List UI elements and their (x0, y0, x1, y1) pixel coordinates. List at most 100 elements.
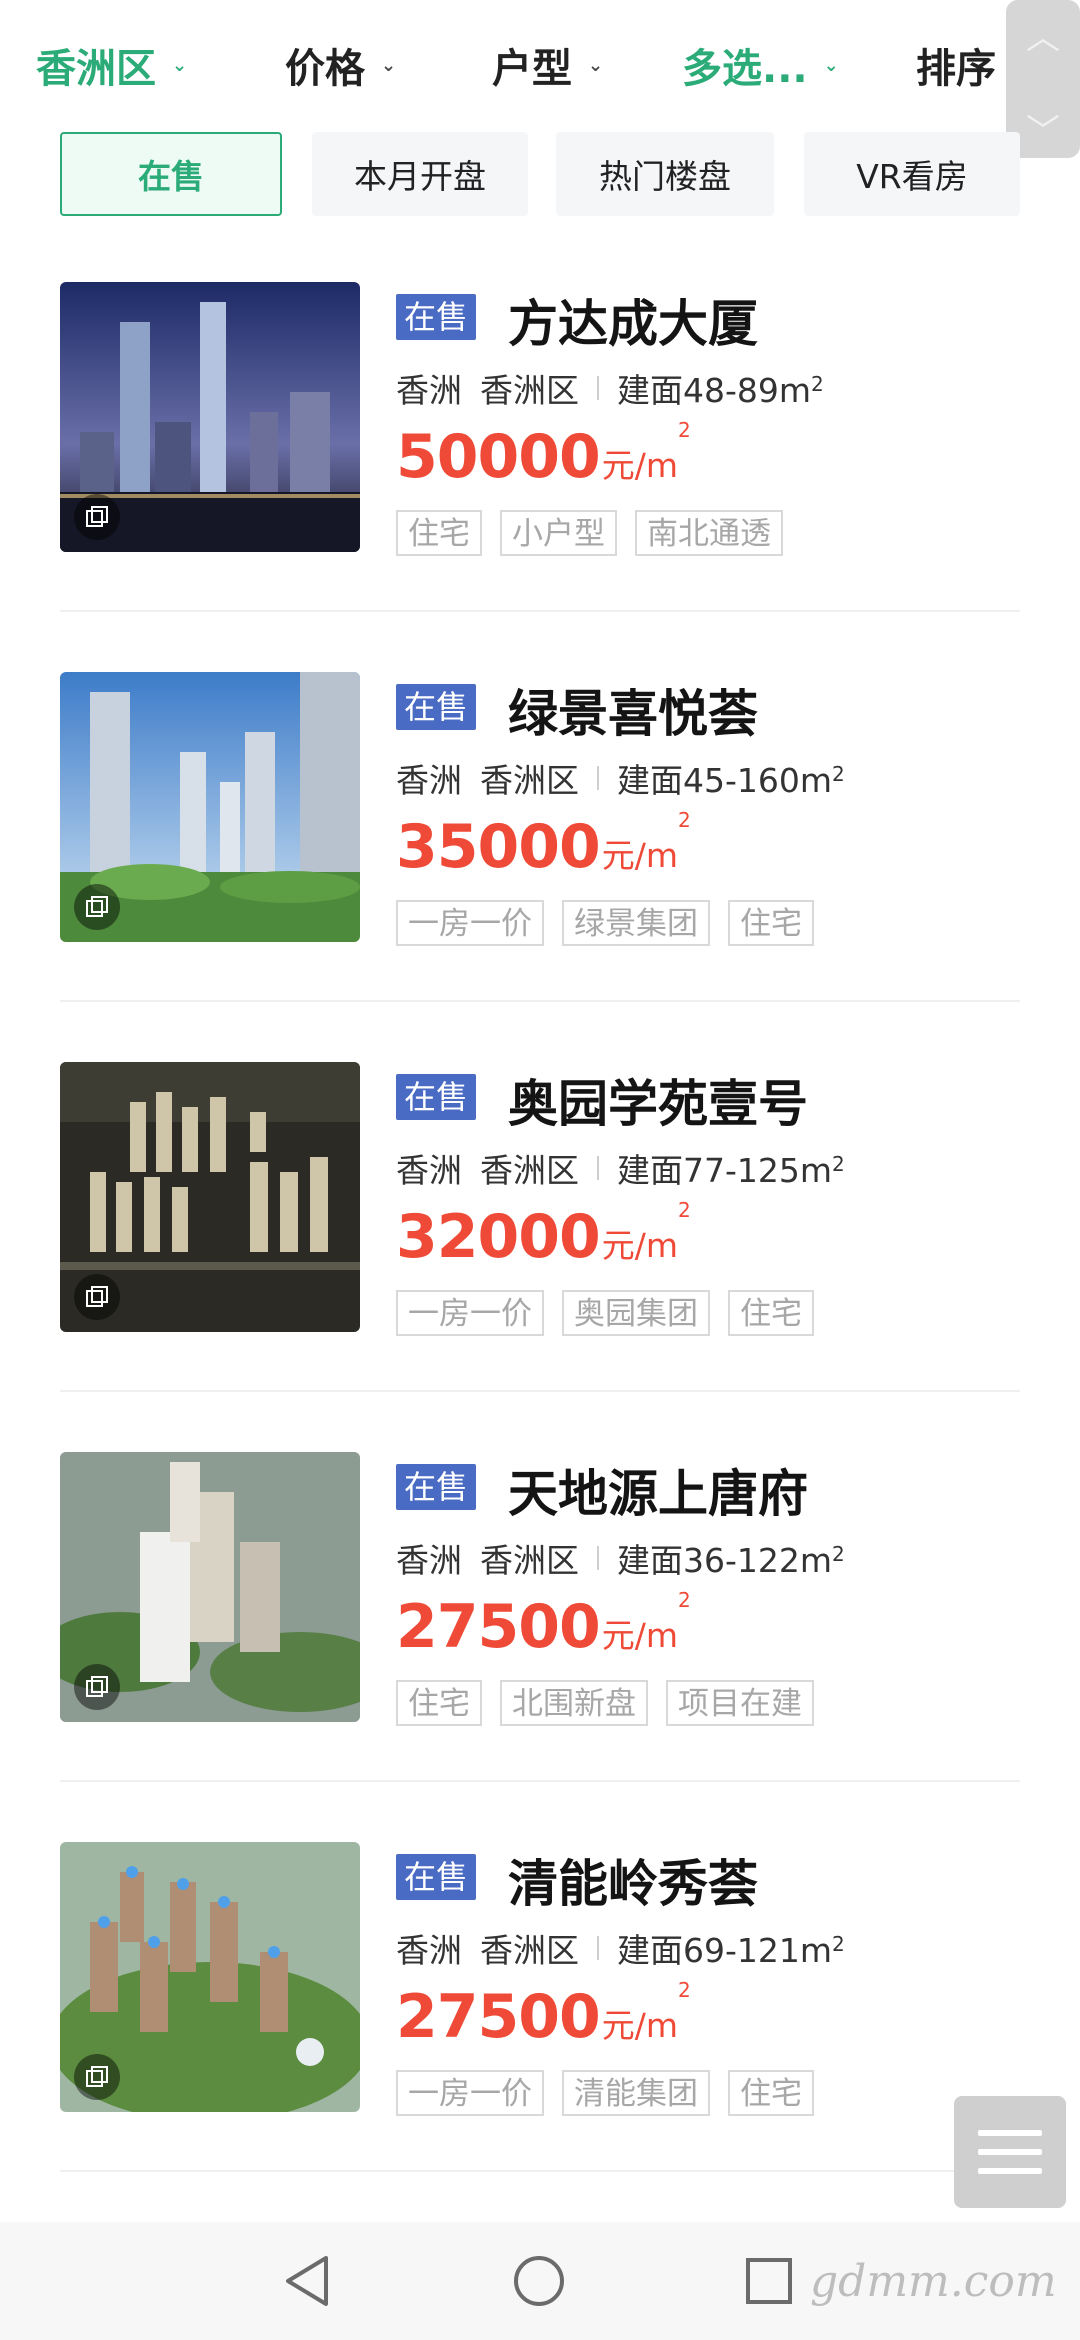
list-item[interactable]: 在售 奥园学苑壹号 香洲 香洲区 建面77-125m 2 32000元/m2 一房… (0, 1062, 1080, 1452)
city-label: 香洲 (396, 761, 462, 800)
property-photo[interactable] (60, 1452, 360, 1722)
property-photo[interactable] (60, 1842, 360, 2112)
property-name[interactable]: 奥园学苑壹号 (508, 1064, 808, 1136)
chevron-down-icon: ⌄ (172, 54, 188, 76)
price-unit: 元/m (601, 1616, 679, 1655)
price-filter-label: 价格 (285, 46, 365, 92)
area-range: 建面36-122m (617, 1541, 833, 1580)
property-location: 香洲 香洲区 建面69-121m 2 (396, 1924, 845, 1972)
vr-icon (74, 1664, 120, 1710)
property-location: 香洲 香洲区 建面45-160m 2 (396, 754, 845, 802)
divider (60, 1780, 1020, 1782)
scroll-up-icon[interactable]: ︿ (1006, 10, 1080, 59)
area-range: 建面77-125m (617, 1151, 833, 1190)
city-label: 香洲 (396, 371, 462, 410)
price-value: 27500 (396, 1982, 601, 2052)
area-range: 建面48-89m (617, 371, 812, 410)
property-price: 27500元/m 2 (396, 1588, 691, 1662)
menu-icon (978, 2130, 1042, 2136)
tag: 住宅 (728, 2070, 814, 2116)
property-price: 35000元/m 2 (396, 808, 691, 882)
property-tags: 一房一价 奥园集团 住宅 (396, 1290, 832, 1336)
city-label: 香洲 (396, 1931, 462, 1970)
price-unit-sup: 2 (678, 1588, 691, 1612)
property-price: 50000元/m 2 (396, 418, 691, 492)
tag: 绿景集团 (562, 900, 710, 946)
list-item[interactable]: 在售 清能岭秀荟 香洲 香洲区 建面69-121m 2 27500元/m2 一房一… (0, 1842, 1080, 2232)
divider (60, 1390, 1020, 1392)
tag: 北围新盘 (500, 1680, 648, 1726)
home-icon[interactable] (512, 2254, 566, 2308)
status-badge: 在售 (396, 1074, 477, 1120)
tag: 住宅 (396, 1680, 482, 1726)
area-sup: 2 (811, 372, 824, 396)
city-label: 香洲 (396, 1151, 462, 1190)
tab-opening-this-month[interactable]: 本月开盘 (312, 132, 528, 216)
vr-icon (74, 884, 120, 930)
list-item[interactable]: 在售 方达成大厦 香洲 香洲区 建面48-89m 2 50000元/m2 住宅 小… (0, 282, 1080, 672)
property-photo[interactable] (60, 1062, 360, 1332)
list-item[interactable]: 在售 绿景喜悦荟 香洲 香洲区 建面45-160m 2 35000元/m2 一房一… (0, 672, 1080, 1062)
property-tags: 住宅 北围新盘 项目在建 (396, 1680, 832, 1726)
district-filter-label: 香洲区 (36, 46, 156, 92)
property-price: 27500元/m 2 (396, 1978, 691, 2052)
property-name[interactable]: 天地源上唐府 (508, 1454, 808, 1526)
floating-menu-button[interactable] (954, 2096, 1066, 2208)
property-photo[interactable] (60, 672, 360, 942)
layout-filter[interactable]: 户型 ⌄ (492, 35, 603, 95)
property-name[interactable]: 绿景喜悦荟 (508, 674, 758, 746)
property-price: 32000元/m 2 (396, 1198, 691, 1272)
chevron-down-icon: ⌄ (823, 54, 839, 76)
tab-hot-properties[interactable]: 热门楼盘 (556, 132, 774, 216)
sort-filter-label: 排序 (916, 46, 996, 92)
area-sup: 2 (832, 762, 845, 786)
tag: 清能集团 (562, 2070, 710, 2116)
divider (60, 610, 1020, 612)
district-filter[interactable]: 香洲区 ⌄ (36, 35, 187, 95)
district-label: 香洲区 (480, 1151, 579, 1190)
price-unit-sup: 2 (678, 1198, 691, 1222)
property-location: 香洲 香洲区 建面36-122m 2 (396, 1534, 845, 1582)
price-unit: 元/m (601, 1226, 679, 1265)
property-name[interactable]: 方达成大厦 (508, 284, 758, 356)
property-tags: 一房一价 清能集团 住宅 (396, 2070, 832, 2116)
back-icon[interactable] (282, 2254, 332, 2308)
menu-icon (978, 2149, 1042, 2155)
list-item[interactable]: 在售 天地源上唐府 香洲 香洲区 建面36-122m 2 27500元/m2 住宅… (0, 1452, 1080, 1842)
tag: 一房一价 (396, 900, 544, 946)
district-label: 香洲区 (480, 1541, 579, 1580)
property-location: 香洲 香洲区 建面48-89m 2 (396, 364, 824, 412)
tag: 南北通透 (635, 510, 783, 556)
recents-icon[interactable] (744, 2256, 794, 2306)
chevron-down-icon: ⌄ (381, 54, 397, 76)
district-label: 香洲区 (480, 761, 579, 800)
multi-select-filter[interactable]: 多选... ⌄ (682, 35, 839, 95)
vr-icon (74, 494, 120, 540)
tag: 住宅 (728, 900, 814, 946)
chevron-down-icon: ⌄ (588, 54, 604, 76)
divider (60, 2170, 1020, 2172)
district-label: 香洲区 (480, 371, 579, 410)
tag: 一房一价 (396, 1290, 544, 1336)
area-sup: 2 (832, 1542, 845, 1566)
layout-filter-label: 户型 (492, 46, 572, 92)
city-label: 香洲 (396, 1541, 462, 1580)
price-value: 35000 (396, 812, 601, 882)
menu-icon (978, 2168, 1042, 2174)
vr-icon (74, 1274, 120, 1320)
price-unit-sup: 2 (678, 808, 691, 832)
filter-bar: 香洲区 ⌄ 价格 ⌄ 户型 ⌄ 多选... ⌄ 排序 ⇅ (0, 0, 1080, 130)
tab-on-sale[interactable]: 在售 (60, 132, 282, 216)
price-filter[interactable]: 价格 ⌄ (285, 35, 396, 95)
price-value: 50000 (396, 422, 601, 492)
divider (60, 1000, 1020, 1002)
property-photo[interactable] (60, 282, 360, 552)
property-tags: 住宅 小户型 南北通透 (396, 510, 801, 556)
tab-vr-tour[interactable]: VR看房 (804, 132, 1020, 216)
property-location: 香洲 香洲区 建面77-125m 2 (396, 1144, 845, 1192)
area-sup: 2 (832, 1152, 845, 1176)
status-badge: 在售 (396, 684, 477, 730)
status-badge: 在售 (396, 294, 477, 340)
property-name[interactable]: 清能岭秀荟 (508, 1844, 758, 1916)
watermark: gdmm.com (810, 2256, 1057, 2307)
